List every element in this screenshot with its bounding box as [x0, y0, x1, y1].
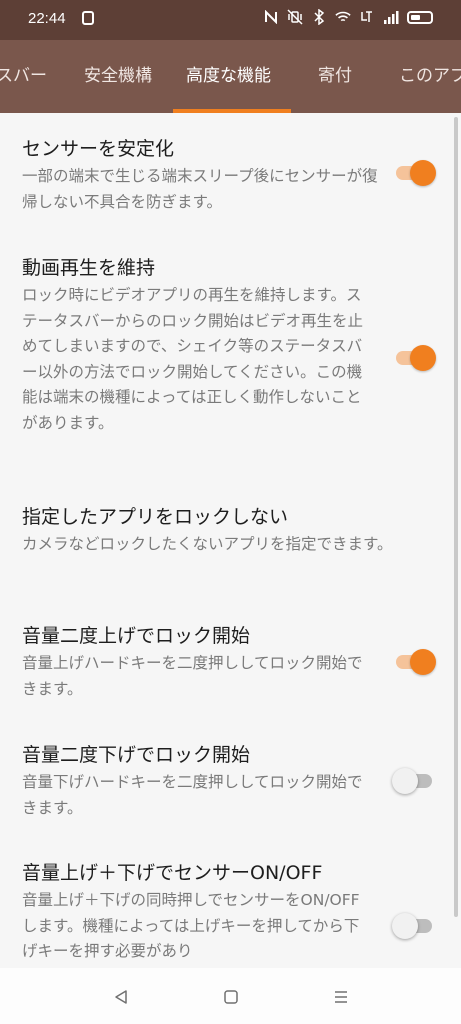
- status-bar: 22:44: [0, 0, 461, 40]
- setting-stabilize-sensor[interactable]: センサーを安定化 一部の端末で生じる端末スリープ後にセンサーが復帰しない不具合を…: [22, 135, 422, 215]
- lte-icon: [359, 9, 375, 25]
- tab-safety[interactable]: 安全機構: [84, 40, 152, 113]
- back-triangle-icon[interactable]: [106, 982, 136, 1012]
- wifi-icon: [335, 9, 351, 25]
- toggle-thumb: [392, 768, 418, 794]
- setting-description: 音量下げハードキーを二度押ししてロック開始できます。: [22, 773, 363, 817]
- setting-title: 音量上げ＋下げでセンサーON/OFF: [22, 862, 323, 884]
- setting-description: カメラなどロックしたくないアプリを指定できます。: [22, 535, 393, 553]
- setting-excluded-apps[interactable]: 指定したアプリをロックしない カメラなどロックしたくないアプリを指定できます。: [22, 503, 422, 558]
- volume-up-down-sensor-toggle[interactable]: [392, 911, 438, 939]
- menu-lines-icon[interactable]: [326, 982, 356, 1012]
- setting-title: 動画再生を維持: [22, 257, 156, 279]
- volume-up-twice-toggle[interactable]: [392, 647, 438, 675]
- tab-about[interactable]: このアプ: [399, 40, 461, 113]
- tab-donate[interactable]: 寄付: [318, 40, 352, 113]
- notification-app-icon: [82, 11, 94, 25]
- setting-title: 指定したアプリをロックしない: [22, 506, 289, 528]
- setting-description: ロック時にビデオアプリの再生を維持します。ステータスバーからのロック開始はビデオ…: [22, 286, 364, 432]
- volume-down-twice-toggle[interactable]: [392, 766, 438, 794]
- setting-volume-up-twice[interactable]: 音量二度上げでロック開始 音量上げハードキーを二度押ししてロック開始できます。: [22, 622, 422, 702]
- setting-volume-down-twice[interactable]: 音量二度下げでロック開始 音量下げハードキーを二度押ししてロック開始できます。: [22, 741, 422, 821]
- status-icons: [263, 9, 433, 25]
- toggle-thumb: [410, 160, 436, 186]
- nfc-icon: [263, 9, 279, 25]
- toggle-thumb: [410, 649, 436, 675]
- status-time: 22:44: [28, 10, 66, 27]
- keep-video-toggle[interactable]: [392, 343, 438, 371]
- system-nav-bar: [0, 968, 461, 1024]
- battery-icon: [407, 10, 433, 24]
- bluetooth-icon: [311, 9, 327, 25]
- tab-status-bar[interactable]: スバー: [0, 40, 47, 113]
- setting-description: 一部の端末で生じる端末スリープ後にセンサーが復帰しない不具合を防ぎます。: [22, 167, 378, 211]
- setting-title: センサーを安定化: [22, 138, 175, 160]
- toggle-thumb: [392, 913, 418, 939]
- vibrate-icon: [287, 9, 303, 25]
- tab-bar: スバー 安全機構 高度な機能 寄付 このアプ: [0, 40, 461, 113]
- setting-keep-video[interactable]: 動画再生を維持 ロック時にビデオアプリの再生を維持します。ステータスバーからのロ…: [22, 254, 422, 436]
- scrollbar[interactable]: [454, 117, 458, 917]
- stabilize-sensor-toggle[interactable]: [392, 158, 438, 186]
- setting-description: 音量上げハードキーを二度押ししてロック開始できます。: [22, 654, 363, 698]
- toggle-thumb: [410, 345, 436, 371]
- home-square-icon[interactable]: [216, 982, 246, 1012]
- signal-icon: [383, 9, 399, 25]
- setting-volume-up-down-sensor[interactable]: 音量上げ＋下げでセンサーON/OFF 音量上げ＋下げの同時押しでセンサーをON/…: [22, 859, 422, 965]
- setting-description: 音量上げ＋下げの同時押しでセンサーをON/OFFします。機種によっては上げキーを…: [22, 891, 360, 960]
- settings-list: センサーを安定化 一部の端末で生じる端末スリープ後にセンサーが復帰しない不具合を…: [0, 113, 461, 968]
- setting-title: 音量二度下げでロック開始: [22, 744, 251, 766]
- tab-advanced[interactable]: 高度な機能: [186, 40, 271, 113]
- setting-title: 音量二度上げでロック開始: [22, 625, 251, 647]
